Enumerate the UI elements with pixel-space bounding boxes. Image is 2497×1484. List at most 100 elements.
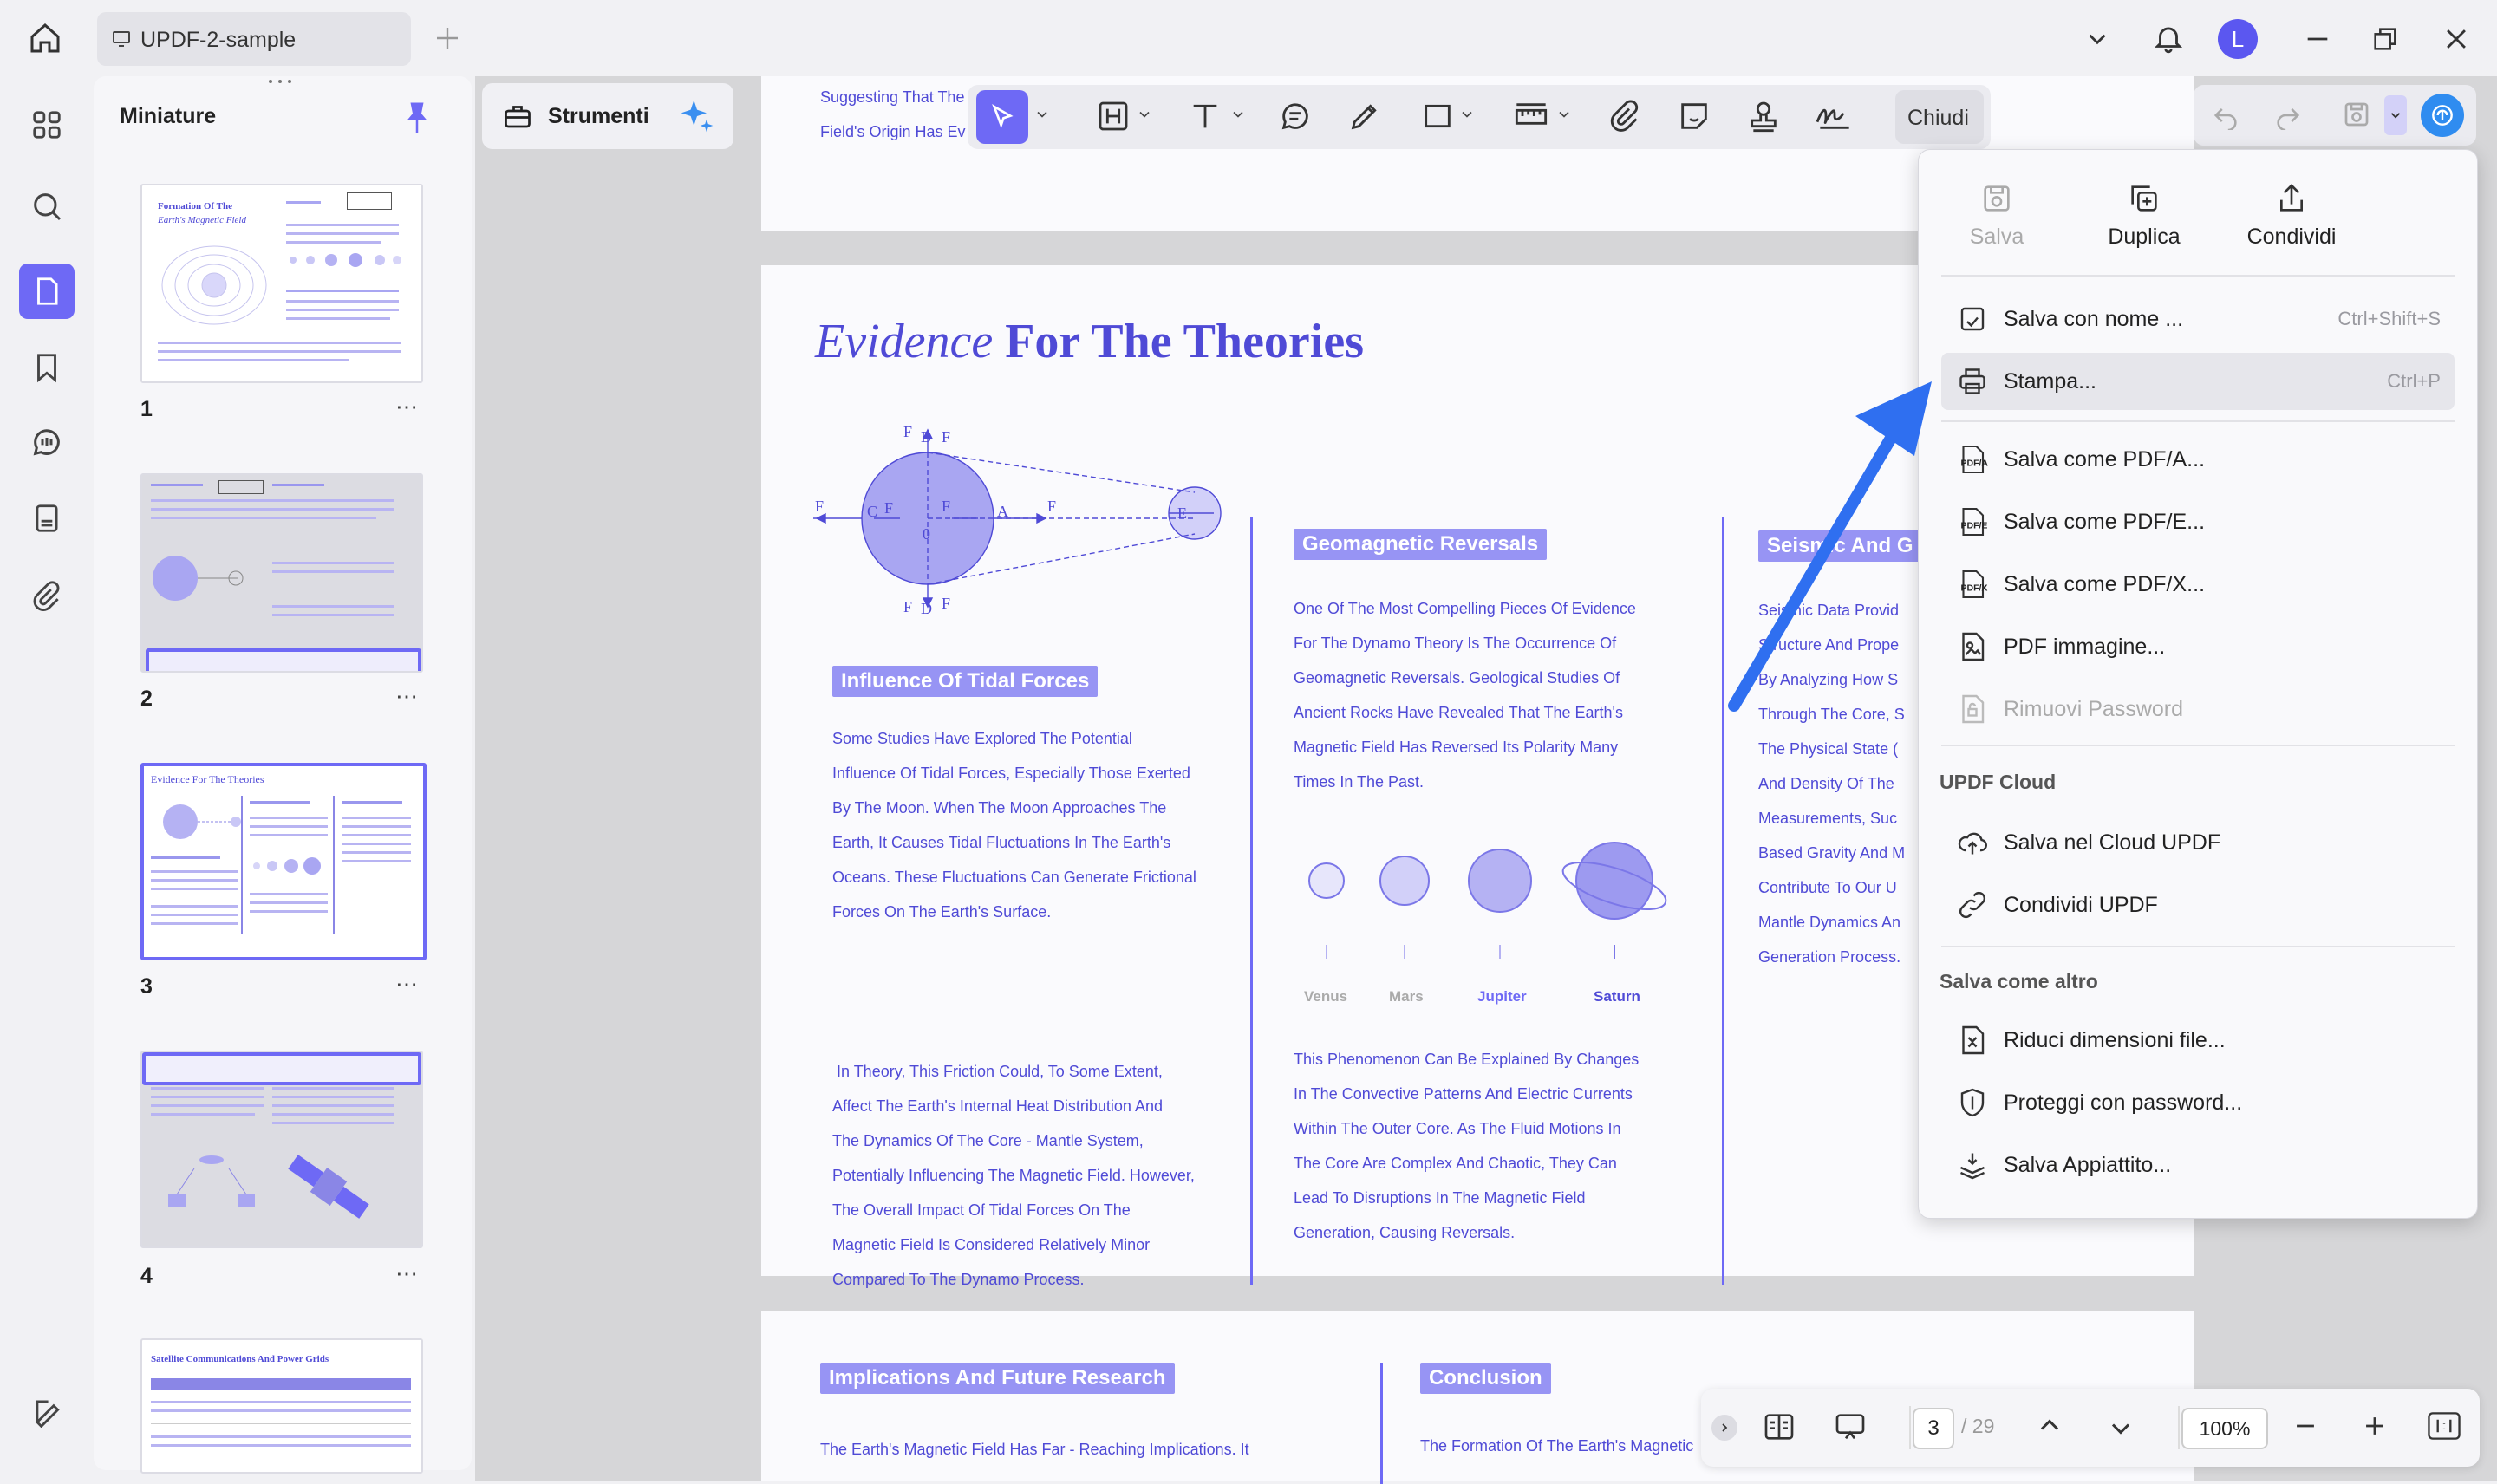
text-line: Field's Origin Has Ev	[820, 123, 966, 140]
menu-share-action[interactable]: Condividi	[2231, 181, 2352, 250]
presentation-icon[interactable]	[1831, 1409, 1869, 1444]
chevron-down-icon[interactable]	[1555, 106, 1573, 123]
column-divider	[1250, 517, 1253, 1285]
ai-assistant-icon[interactable]	[2421, 94, 2464, 137]
chevron-down-icon[interactable]	[1136, 106, 1153, 123]
attachment-icon[interactable]	[1607, 99, 1642, 133]
new-tab-icon[interactable]	[432, 23, 463, 54]
forms-icon[interactable]	[19, 491, 75, 546]
sticker-icon[interactable]	[1677, 99, 1711, 133]
organize-pages-icon[interactable]	[19, 97, 75, 153]
menu-save-action[interactable]: Salva	[1936, 181, 2057, 250]
rectangle-icon[interactable]	[1420, 99, 1455, 133]
actual-size-icon[interactable]	[2428, 1411, 2461, 1441]
label-f: F	[815, 498, 824, 515]
link-icon	[1952, 884, 1993, 926]
comment-icon[interactable]	[19, 414, 75, 470]
redo-icon[interactable]	[2273, 101, 2303, 130]
page-number: 3	[140, 974, 153, 999]
next-page-icon[interactable]	[2105, 1413, 2136, 1444]
pencil-icon[interactable]	[1347, 99, 1382, 133]
minimize-icon[interactable]	[2303, 24, 2332, 54]
more-icon[interactable]: ⋯	[395, 971, 419, 998]
thumb-diagram	[161, 245, 267, 325]
left-rail	[0, 80, 94, 1481]
menu-label: Salva nel Cloud UPDF	[2004, 830, 2221, 855]
save-options-dropdown[interactable]	[2384, 95, 2407, 135]
menu-item-save-pdfa[interactable]: PDF/A Salva come PDF/A...	[1941, 431, 2455, 488]
previous-page-icon[interactable]	[2034, 1409, 2065, 1441]
label-e: E	[1177, 504, 1187, 522]
chevron-down-icon[interactable]	[1229, 106, 1247, 123]
menu-item-save-cloud[interactable]: Salva nel Cloud UPDF	[1941, 814, 2455, 871]
undo-icon[interactable]	[2211, 101, 2240, 130]
home-icon[interactable]	[28, 21, 62, 55]
page-thumbnail-3[interactable]: Evidence For The Theories	[140, 763, 427, 960]
menu-item-print[interactable]: Stampa... Ctrl+P	[1941, 353, 2455, 410]
reading-mode-icon[interactable]	[1762, 1409, 1796, 1444]
menu-item-reduce-size[interactable]: Riduci dimensioni file...	[1941, 1012, 2455, 1069]
menu-item-share-updf[interactable]: Condividi UPDF	[1941, 876, 2455, 934]
menu-label: Salva Appiattito...	[2004, 1152, 2172, 1177]
signature-icon[interactable]	[1814, 99, 1855, 133]
close-tools-button[interactable]: Chiudi	[1895, 90, 1984, 144]
label-f: F	[884, 499, 893, 517]
settings-panel-icon[interactable]	[19, 1383, 75, 1439]
collapse-bar-icon[interactable]	[1711, 1415, 1737, 1441]
menu-duplicate-action[interactable]: Duplica	[2083, 181, 2205, 250]
zoom-in-icon[interactable]	[2360, 1411, 2389, 1441]
more-icon[interactable]: ⋯	[395, 683, 419, 710]
stamp-icon[interactable]	[1746, 99, 1781, 133]
close-window-icon[interactable]	[2442, 24, 2471, 54]
drag-handle-icon[interactable]	[267, 78, 293, 83]
thumbnails-icon[interactable]	[19, 264, 75, 319]
pin-icon[interactable]	[404, 101, 430, 135]
page-thumbnail-1[interactable]: Formation Of The Earth's Magnetic Field	[140, 184, 423, 383]
menu-item-save-as[interactable]: Salva con nome ... Ctrl+Shift+S	[1941, 290, 2455, 348]
ai-sparkle-icon[interactable]	[678, 97, 716, 135]
satellite-icon	[288, 1155, 369, 1219]
menu-item-save-pdfx[interactable]: PDF/X Salva come PDF/X...	[1941, 556, 2455, 613]
restore-icon[interactable]	[2370, 24, 2400, 54]
chevron-down-icon[interactable]	[2083, 24, 2112, 54]
bookmark-icon[interactable]	[19, 340, 75, 395]
menu-item-image-pdf[interactable]: PDF immagine...	[1941, 618, 2455, 675]
label-f: F	[903, 426, 912, 440]
text-tool-icon[interactable]	[1188, 99, 1222, 133]
search-icon[interactable]	[19, 179, 75, 234]
comment-icon[interactable]	[1278, 99, 1313, 133]
planet-label: Saturn	[1594, 988, 1640, 1005]
more-icon[interactable]: ⋯	[395, 1260, 419, 1287]
page-thumbnail-5[interactable]: Satellite Communications And Power Grids	[140, 1338, 423, 1474]
avatar[interactable]: L	[2218, 19, 2258, 59]
menu-item-remove-password[interactable]: Rimuovi Password	[1941, 680, 2455, 738]
measure-icon[interactable]	[1512, 99, 1550, 133]
section-heading: Conclusion	[1420, 1363, 1551, 1394]
label-a: A	[997, 503, 1008, 520]
zoom-level-input[interactable]: 100%	[2181, 1408, 2268, 1449]
thumb-title: Evidence For The Theories	[151, 773, 264, 785]
page-number-input[interactable]: 3	[1913, 1408, 1954, 1449]
attachment-icon[interactable]	[19, 569, 75, 624]
menu-item-save-pdfe[interactable]: PDF/E Salva come PDF/E...	[1941, 493, 2455, 550]
document-tab[interactable]: UPDF-2-sample	[97, 12, 411, 66]
page-thumbnail-2[interactable]	[140, 473, 423, 673]
zoom-out-icon[interactable]	[2291, 1411, 2320, 1441]
highlight-text-icon[interactable]	[1096, 99, 1131, 133]
save-as-icon	[1952, 298, 1993, 340]
chevron-down-icon[interactable]	[1458, 106, 1476, 123]
label-d: D	[921, 600, 932, 617]
section-heading: Geomagnetic Reversals	[1294, 529, 1548, 560]
more-icon[interactable]: ⋯	[395, 394, 419, 420]
tools-button[interactable]: Strumenti	[482, 83, 733, 149]
menu-item-protect-password[interactable]: Proteggi con password...	[1941, 1074, 2455, 1131]
chevron-down-icon[interactable]	[1033, 106, 1051, 123]
save-icon[interactable]	[2341, 99, 2372, 130]
panel-title: Miniature	[120, 104, 217, 128]
menu-item-save-flattened[interactable]: Salva Appiattito...	[1941, 1136, 2455, 1194]
menu-shortcut: Ctrl+P	[2387, 370, 2441, 392]
bell-icon[interactable]	[2152, 21, 2185, 55]
action-label: Duplica	[2108, 225, 2181, 249]
page-thumbnail-4[interactable]	[140, 1051, 423, 1248]
select-tool-button[interactable]	[976, 90, 1028, 144]
